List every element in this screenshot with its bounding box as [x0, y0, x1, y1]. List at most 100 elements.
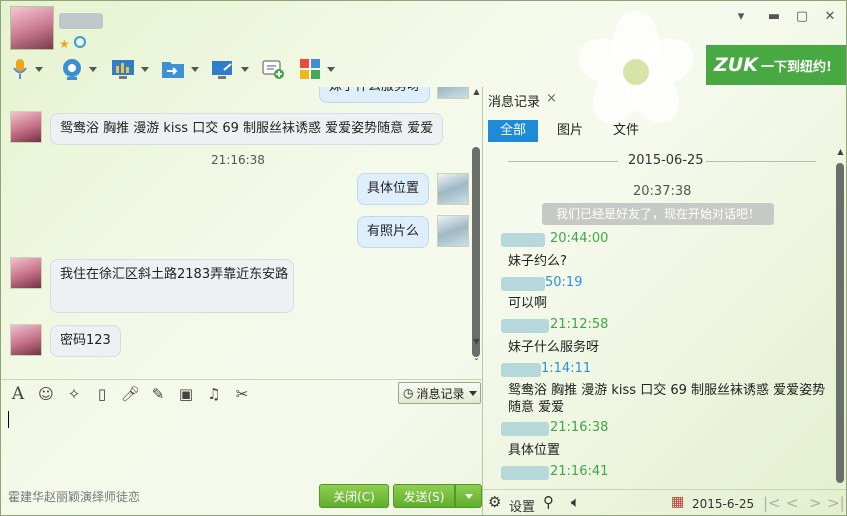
history-panel-tab[interactable]: 消息记录 — [488, 91, 540, 110]
sender-name-redacted — [501, 422, 549, 436]
webcam-icon — [63, 59, 81, 80]
message-history-label: 消息记录 — [416, 386, 465, 401]
history-footer: ⚙ 设置 ⚲ 🔈︎ ▦ 2015-6-25 |< < > >| — [483, 489, 846, 515]
message-input[interactable] — [1, 407, 482, 483]
history-time: 21:16:41 — [550, 464, 609, 479]
history-message: 妹子约么? — [508, 254, 567, 269]
message-bubble-partial: 妹子什么服务呀 — [319, 87, 431, 103]
scroll-thumb[interactable] — [836, 163, 844, 483]
history-message: 鸳鸯浴 胸推 漫游 kiss 口交 69 制服丝袜诱惑 爱爱姿势 — [508, 383, 826, 398]
history-time: 20:37:38 — [633, 184, 692, 199]
apps-grid-icon — [300, 59, 320, 79]
scroll-down-icon[interactable]: ▼ — [471, 337, 482, 346]
chevron-down-icon — [141, 66, 149, 72]
chevron-down-icon — [191, 66, 199, 72]
chevron-down-icon — [464, 493, 473, 499]
last-page-icon[interactable]: >| — [827, 494, 845, 512]
screen-share-button[interactable] — [211, 56, 249, 82]
minimize-button[interactable]: ▬ — [767, 10, 781, 24]
add-message-button[interactable] — [261, 56, 285, 82]
next-page-icon[interactable]: > — [809, 494, 822, 512]
system-message: 我们已经是好友了，现在开始对话吧！ — [542, 203, 774, 225]
emoji-icon[interactable]: ☺ — [37, 385, 55, 403]
send-file-button[interactable] — [161, 56, 199, 82]
settings-label[interactable]: 设置 — [509, 496, 535, 515]
image-icon[interactable]: ▣ — [177, 385, 195, 403]
contact-avatar[interactable] — [10, 6, 54, 50]
close-window-button[interactable]: ✕ — [823, 10, 837, 24]
scroll-up-icon[interactable]: ▲ — [835, 147, 846, 156]
contact-avatar-small[interactable] — [10, 257, 42, 289]
screenshot-scissors-icon[interactable]: ✂ — [233, 385, 251, 403]
send-button[interactable]: 发送(S) — [393, 484, 455, 508]
qzone-icon[interactable] — [74, 36, 86, 48]
calendar-icon[interactable]: ▦ — [671, 494, 684, 510]
chevron-down-icon — [241, 66, 249, 72]
chat-scrollbar[interactable]: ▲ ▼ ⌄ — [471, 87, 482, 377]
message-add-icon — [262, 60, 284, 79]
message-bubble: 具体位置 — [357, 173, 430, 205]
panel-divider[interactable] — [482, 87, 483, 515]
video-call-button[interactable] — [61, 56, 97, 82]
prev-page-icon[interactable]: < — [786, 494, 799, 512]
chat-window: ★ ▾ ▬ ▢ ✕ ZUK 一下到纽约! 妹子什么服务呀 — [0, 0, 847, 516]
ad-banner[interactable]: ZUK 一下到纽约! — [706, 45, 846, 85]
magic-expression-icon[interactable]: ▯ — [93, 385, 111, 403]
first-page-icon[interactable]: |< — [763, 494, 781, 512]
scroll-up-icon[interactable]: ▲ — [471, 87, 482, 96]
my-avatar[interactable] — [437, 87, 469, 99]
history-time: 21:16:38 — [550, 420, 609, 435]
window-shake-icon[interactable]: ✧ — [65, 385, 83, 403]
message-bubble: 有照片么 — [357, 216, 430, 248]
message-history-button[interactable]: ◷ 消息记录 — [398, 382, 481, 404]
contact-avatar-small[interactable] — [10, 324, 42, 356]
clock-icon: ◷ — [403, 386, 414, 400]
background-flower — [561, 11, 711, 134]
history-message: 可以啊 — [508, 296, 548, 311]
search-icon[interactable]: ⚲ — [543, 493, 554, 511]
ad-link-text[interactable]: 霍建华赵丽颖演绎师徒恋 — [8, 488, 140, 505]
filter-tab-images[interactable]: 图片 — [545, 120, 595, 142]
chevron-down-icon — [468, 390, 477, 396]
voice-message-icon[interactable]: 🎤︎ — [121, 385, 140, 403]
history-message: 具体位置 — [508, 443, 561, 458]
close-button[interactable]: 关闭(C) — [319, 484, 389, 508]
history-date-value[interactable]: 2015-6-25 — [692, 497, 754, 511]
contact-name-redacted — [59, 13, 103, 29]
monitor-icon — [112, 60, 134, 79]
contact-avatar-small[interactable] — [10, 111, 42, 143]
edit-icon[interactable]: ✎ — [149, 385, 167, 403]
voice-call-button[interactable] — [11, 56, 43, 82]
chevron-down-icon — [327, 66, 335, 72]
maximize-button[interactable]: ▢ — [795, 10, 809, 24]
history-time: 20:44:00 — [550, 231, 609, 246]
chat-message-area[interactable]: 妹子什么服务呀 鸳鸯浴 胸推 漫游 kiss 口交 69 制服丝袜诱惑 爱爱姿势… — [1, 87, 482, 377]
folder-arrow-icon — [162, 62, 184, 78]
filter-tab-files[interactable]: 文件 — [601, 120, 651, 142]
close-icon[interactable]: × — [546, 91, 557, 106]
history-date-separator: 2015-06-25 — [488, 153, 828, 169]
filter-tab-all[interactable]: 全部 — [488, 120, 539, 142]
music-icon[interactable]: ♫ — [205, 385, 223, 403]
send-options-dropdown[interactable] — [455, 484, 482, 508]
my-avatar[interactable] — [437, 173, 469, 205]
screen-share-icon — [212, 61, 232, 79]
history-scrollbar[interactable]: ▲ — [835, 147, 846, 487]
my-avatar[interactable] — [437, 215, 469, 247]
ad-logo: ZUK — [714, 54, 758, 76]
scroll-bottom-icon[interactable]: ⌄ — [471, 353, 482, 362]
message-bubble: 我住在徐汇区斜土路2183弄靠近东安路 — [50, 259, 294, 313]
message-bubble: 鸳鸯浴 胸推 漫游 kiss 口交 69 制服丝袜诱惑 爱爱姿势随意 爱爱 — [50, 113, 444, 145]
sender-name-redacted — [501, 319, 549, 333]
font-icon[interactable]: A — [9, 385, 27, 403]
speaker-icon[interactable]: 🔈︎ — [571, 493, 580, 511]
chevron-down-icon — [35, 66, 43, 72]
sender-name-redacted — [501, 466, 549, 480]
apps-button[interactable] — [299, 56, 335, 82]
settings-gear-icon[interactable]: ⚙ — [488, 493, 501, 511]
menu-dropdown-icon[interactable]: ▾ — [734, 10, 748, 24]
scroll-thumb[interactable] — [472, 147, 480, 357]
remote-desktop-button[interactable] — [111, 56, 149, 82]
message-timestamp: 21:16:38 — [211, 153, 265, 167]
history-time: 21:12:58 — [550, 317, 609, 332]
